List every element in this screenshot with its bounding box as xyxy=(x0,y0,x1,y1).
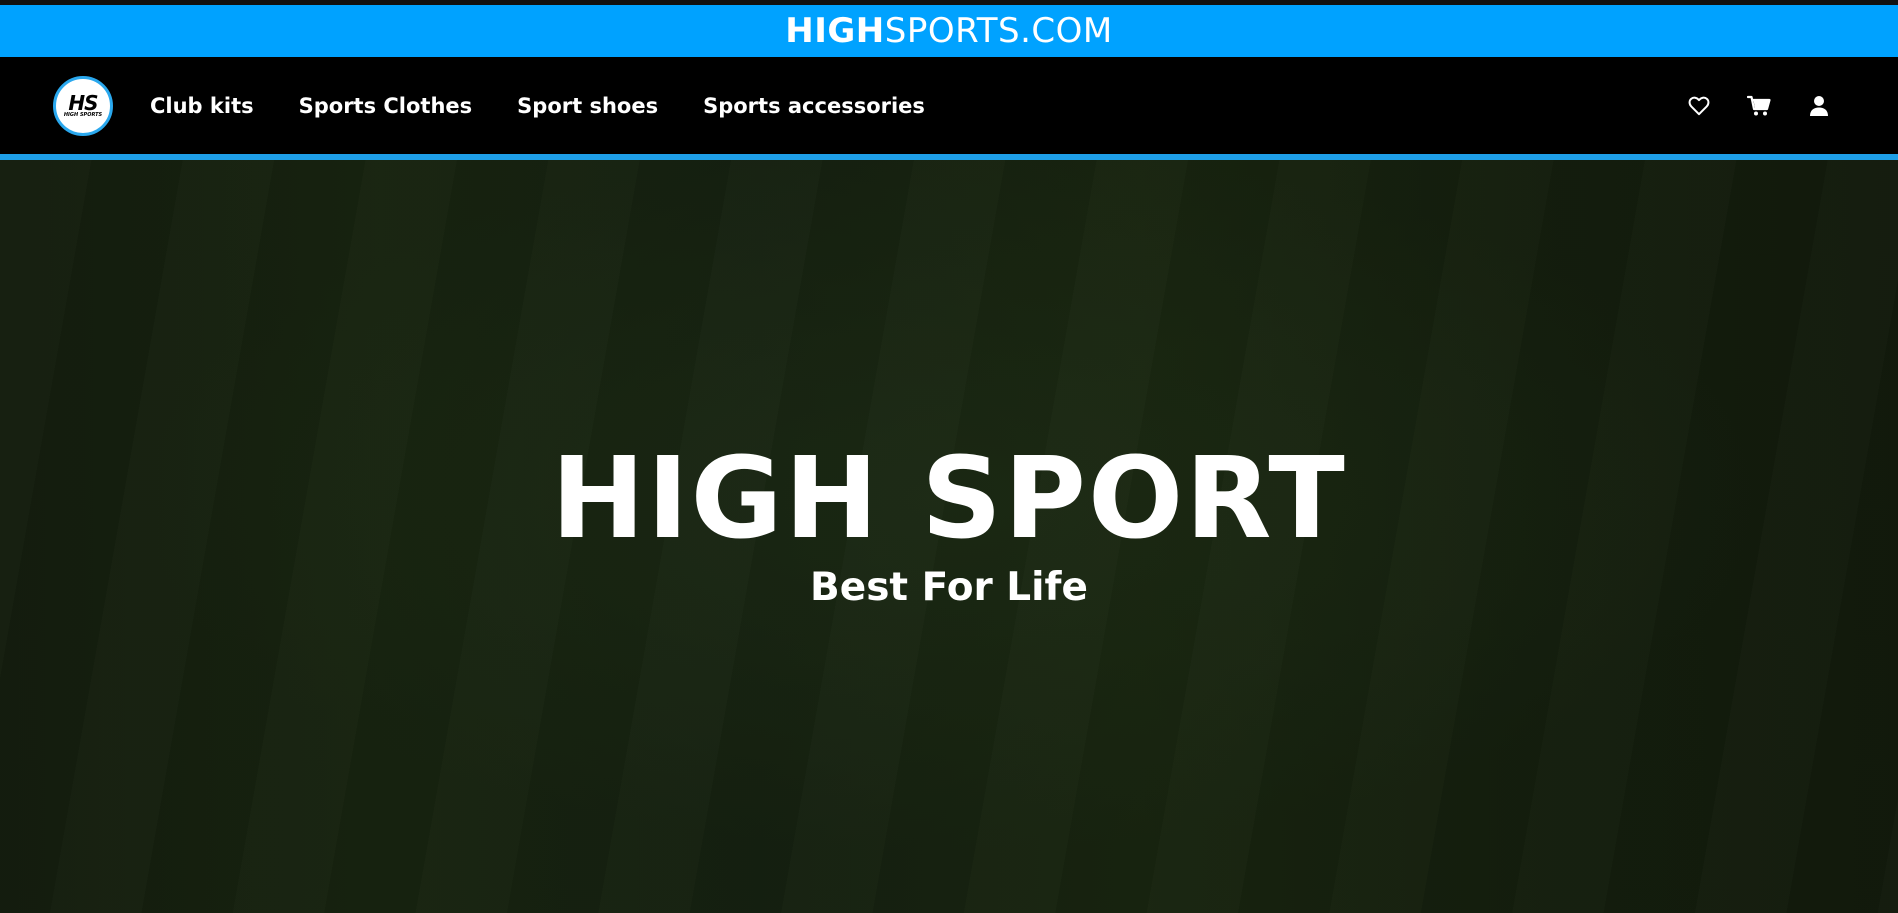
cart-icon[interactable] xyxy=(1746,93,1772,119)
nav-link-sport-shoes[interactable]: Sport shoes xyxy=(517,94,658,118)
logo-initials: HS xyxy=(68,91,98,115)
nav-link-sports-accessories[interactable]: Sports accessories xyxy=(703,94,925,118)
nav-link-sports-clothes[interactable]: Sports Clothes xyxy=(299,94,473,118)
logo-subtext: HIGH SPORTS xyxy=(63,112,103,118)
nav-icons xyxy=(1652,57,1832,154)
site-logo[interactable]: HS HIGH SPORTS xyxy=(53,76,113,136)
nav-link-club-kits[interactable]: Club kits xyxy=(150,94,254,118)
navbar: HS HIGH SPORTS Club kits Sports Clothes … xyxy=(0,57,1898,160)
heart-icon[interactable] xyxy=(1686,93,1712,119)
promo-bar: HIGH SPORTS.COM xyxy=(0,5,1898,57)
page: HIGH SPORTS.COM HS HIGH SPORTS Club kits … xyxy=(0,0,1898,913)
hero-banner: HIGH SPORT Best For Life xyxy=(0,160,1898,913)
user-icon[interactable] xyxy=(1806,93,1832,119)
promo-normal-text: SPORTS.COM xyxy=(884,11,1113,51)
nav-links: Club kits Sports Clothes Sport shoes Spo… xyxy=(150,57,970,154)
hero-subtitle: Best For Life xyxy=(810,565,1088,610)
hero-title: HIGH SPORT xyxy=(551,434,1347,564)
promo-bold-text: HIGH xyxy=(785,11,885,51)
